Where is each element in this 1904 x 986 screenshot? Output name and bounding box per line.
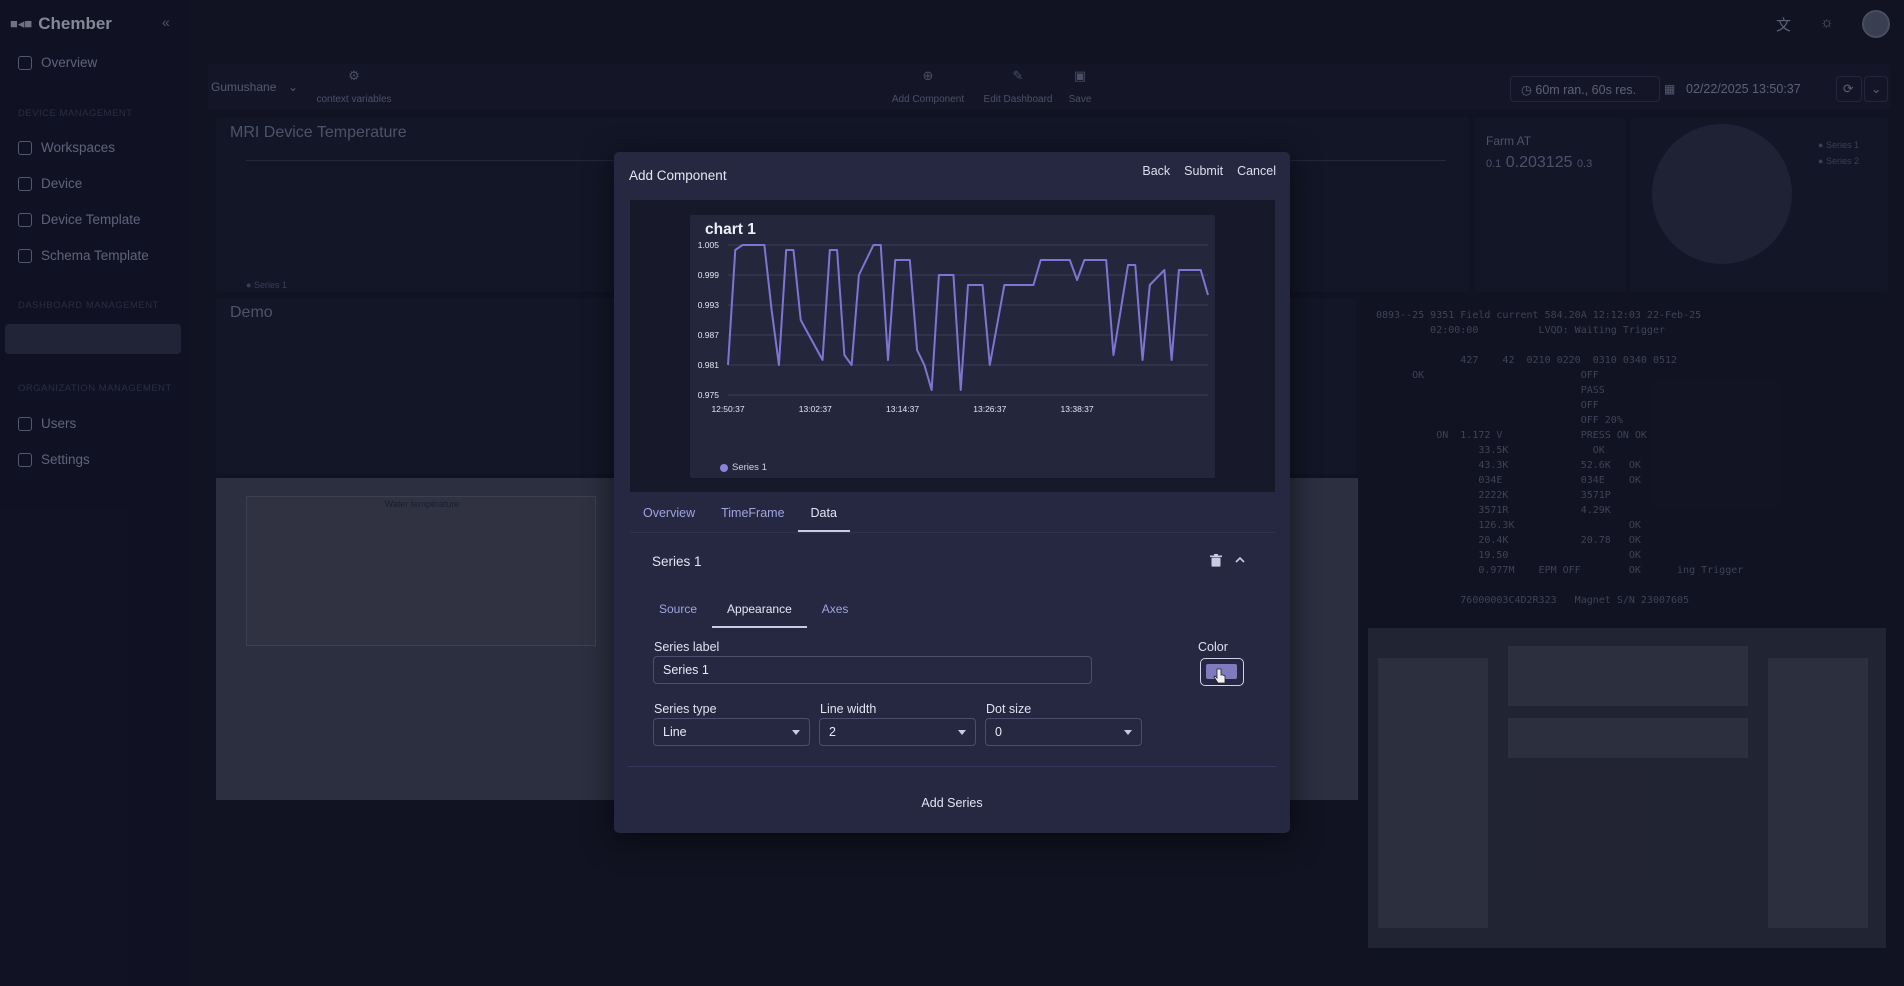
dialog-actions: Back Submit Cancel [1142,164,1276,178]
legend-label: Series 1 [732,462,767,473]
submit-button[interactable]: Submit [1184,164,1223,178]
line-width-select[interactable]: 2 [819,718,976,746]
tab-timeframe[interactable]: TimeFrame [708,496,797,532]
x-tick-label: 12:50:37 [711,404,744,414]
dot-size-select[interactable]: 0 [985,718,1142,746]
section-divider [628,766,1276,767]
y-tick-label: 0.981 [698,360,720,370]
y-tick-label: 0.987 [698,330,720,340]
series-line [727,244,1209,391]
tab-data[interactable]: Data [797,496,851,532]
component-tabs: Overview TimeFrame Data [630,496,1275,532]
y-tick-label: 0.975 [698,390,720,400]
line-chart: 1.005 0.999 0.993 0.987 0.981 0.975 12:50:37 13… [698,240,1209,414]
y-tick-label: 1.005 [698,240,720,250]
series-type-value: Line [663,725,687,739]
caret-down-icon [1124,729,1132,735]
dialog-title: Add Component [629,168,727,183]
add-series-button[interactable]: Add Series [614,796,1290,810]
series-label-input[interactable] [653,656,1092,684]
dot-size-value: 0 [995,725,1002,739]
chevron-up-icon[interactable] [1234,554,1246,566]
x-tick-label: 13:26:37 [973,404,1006,414]
tab-overview[interactable]: Overview [630,496,708,532]
series-title[interactable]: Series 1 [652,554,702,569]
tab-axes[interactable]: Axes [807,592,864,628]
caret-down-icon [792,729,800,735]
tab-appearance[interactable]: Appearance [712,592,807,628]
y-tick-label: 0.993 [698,300,720,310]
tabs-divider [630,532,1275,533]
series-label-label: Series label [654,640,720,654]
dot-size-label: Dot size [986,702,1032,716]
cancel-button[interactable]: Cancel [1237,164,1276,178]
hand-cursor-icon [1213,668,1226,684]
x-tick-label: 13:14:37 [886,404,919,414]
chart-preview: chart 1 1.005 0.999 0.993 0.987 0.981 0.975 12… [630,200,1275,492]
add-component-dialog: Add Component Back Submit Cancel chart 1… [614,152,1290,833]
tab-source[interactable]: Source [644,592,712,628]
caret-down-icon [958,729,966,735]
line-width-value: 2 [829,725,836,739]
x-tick-label: 13:02:37 [799,404,832,414]
line-width-label: Line width [820,702,877,716]
color-label: Color [1198,640,1228,654]
chart-card: chart 1 1.005 0.999 0.993 0.987 0.981 0.975 12… [690,215,1215,478]
y-tick-label: 0.999 [698,270,720,280]
series-type-label: Series type [654,702,717,716]
series-type-select[interactable]: Line [653,718,810,746]
legend-marker [720,463,728,472]
back-button[interactable]: Back [1142,164,1170,178]
series-tabs: Source Appearance Axes [644,592,863,628]
x-tick-label: 13:38:37 [1061,404,1094,414]
trash-icon[interactable] [1210,554,1222,567]
chart-legend: Series 1 [720,462,767,473]
